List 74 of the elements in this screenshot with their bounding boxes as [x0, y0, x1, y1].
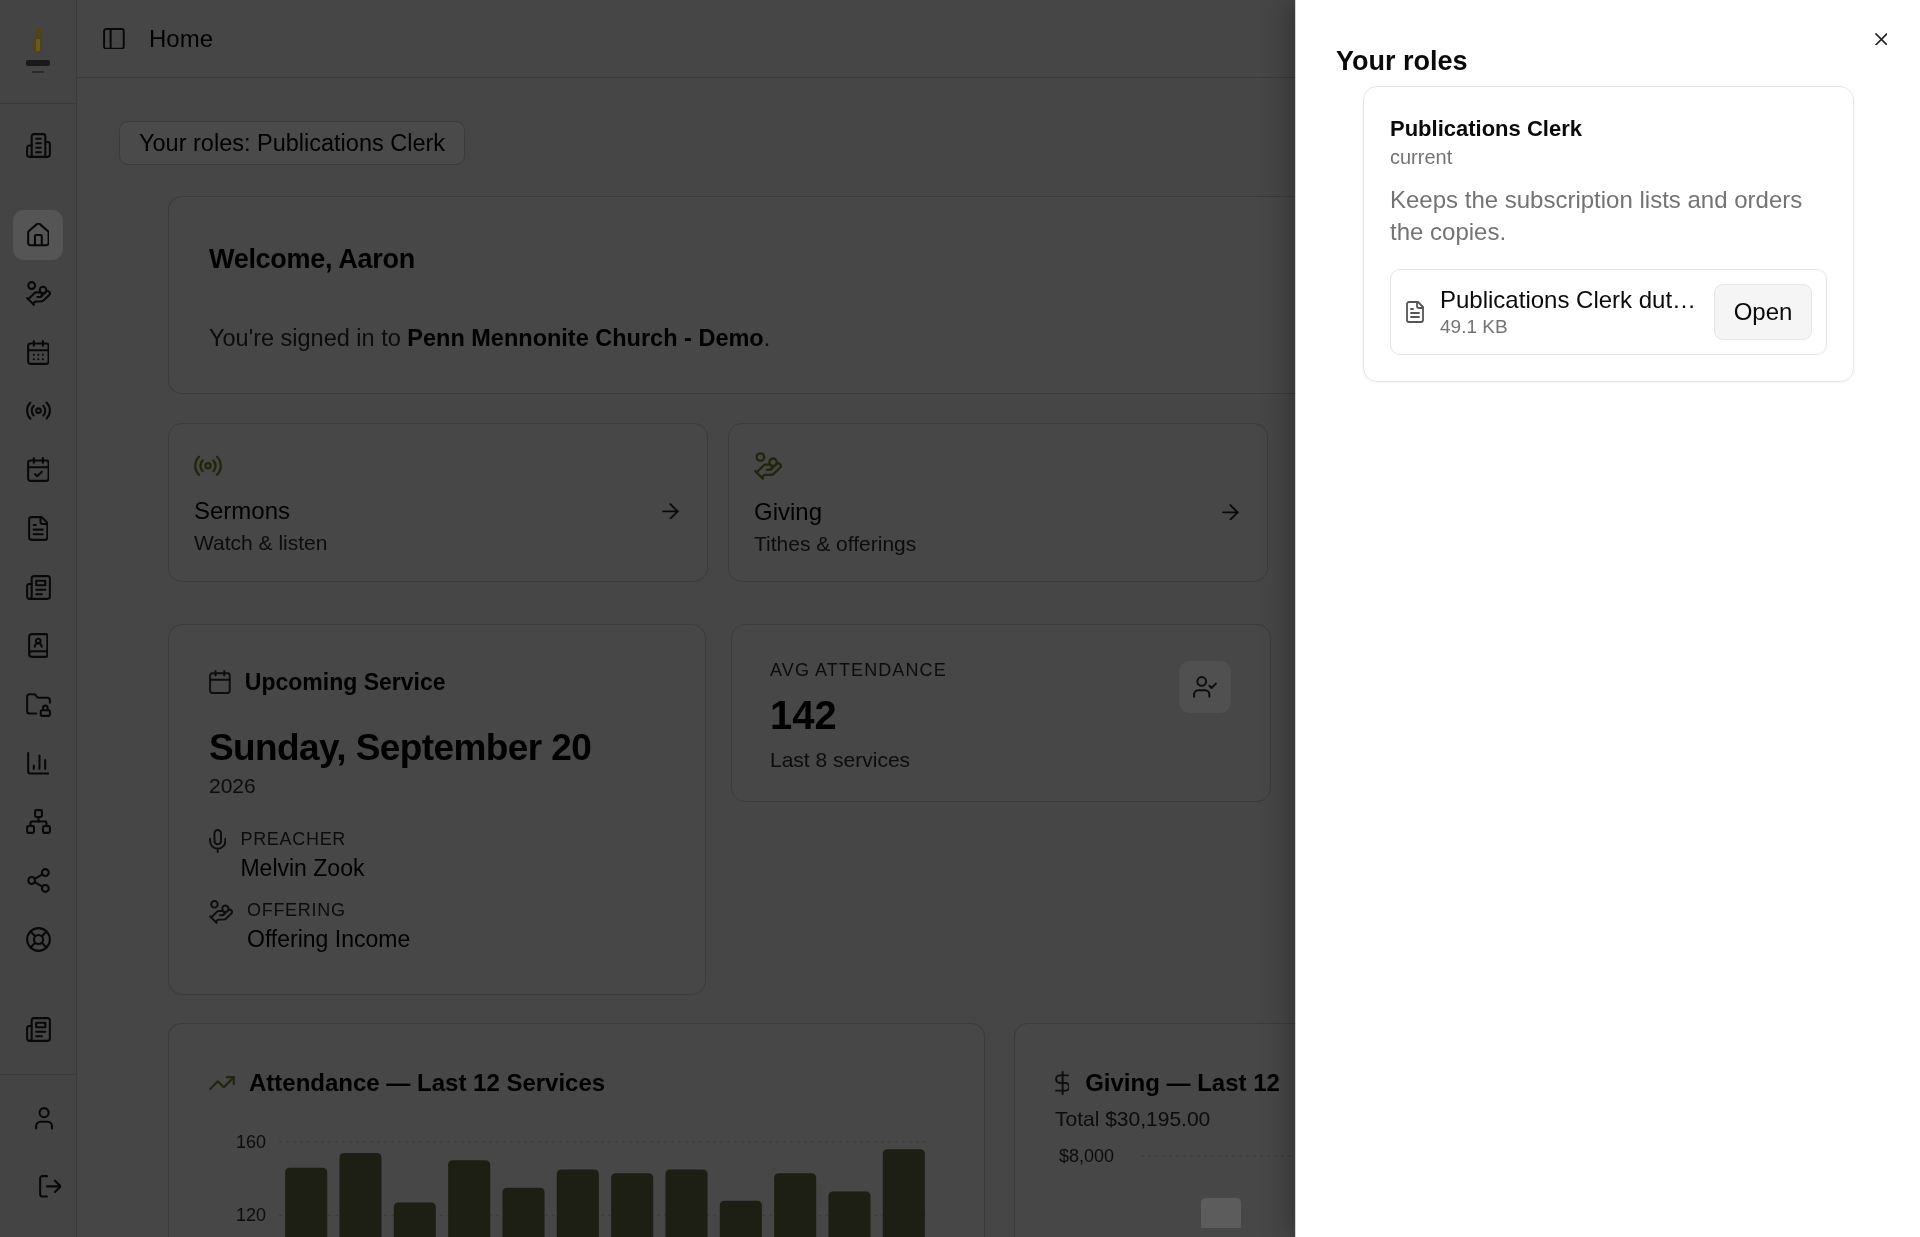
- axis-tick-label: 120: [235, 1205, 266, 1226]
- user-icon: [34, 1107, 54, 1131]
- arrow-right-icon: [1222, 503, 1239, 521]
- close-icon: [1874, 32, 1888, 46]
- attendance-bar: [611, 1173, 654, 1237]
- panel-icon: [103, 27, 125, 50]
- link-subtitle: Watch & listen: [194, 530, 329, 556]
- attendance-bar: [828, 1191, 871, 1237]
- attendance-bar: [393, 1202, 436, 1237]
- link-subtitle: Tithes & offerings: [754, 531, 918, 557]
- role-status: current: [1390, 145, 1454, 170]
- attendance-bar: [502, 1187, 545, 1237]
- newspaper-icon: [25, 574, 51, 600]
- calendar-check-icon: [26, 457, 50, 483]
- bar-chart-icon: [26, 751, 50, 775]
- attendance-bar: [285, 1167, 328, 1237]
- detail-value: Offering Income: [247, 925, 411, 954]
- link-title: Sermons: [194, 496, 291, 526]
- logo-icon: [25, 27, 51, 75]
- chart-title: Attendance — Last 12 Services: [249, 1068, 606, 1098]
- hand-coins-icon: [209, 900, 233, 924]
- broadcast-icon: [25, 401, 51, 421]
- stat-value: 142: [770, 692, 838, 739]
- attendance-bar: [556, 1169, 599, 1237]
- quick-link-card[interactable]: Sermons Watch & listen: [168, 423, 708, 582]
- microphone-icon: [209, 829, 227, 853]
- calendar-icon: [26, 339, 50, 365]
- newspaper-icon: [25, 1017, 51, 1043]
- document-icon: [27, 515, 49, 541]
- detail-label: PREACHER: [240, 828, 348, 851]
- file-icon: [1406, 301, 1424, 323]
- open-button[interactable]: Open: [1714, 284, 1812, 340]
- attendance-bar: [665, 1169, 708, 1237]
- contact-book-icon: [27, 633, 49, 659]
- link-title: Giving: [754, 497, 823, 527]
- file-name: Publications Clerk dut…: [1440, 285, 1698, 315]
- attendance-bar: [774, 1173, 817, 1237]
- building-icon: [25, 132, 51, 158]
- broadcast-icon: [194, 454, 222, 477]
- stat-caption: Last 8 services: [770, 747, 912, 773]
- axis-tick-label: $8,000: [1058, 1146, 1114, 1166]
- dollar-icon: [1055, 1071, 1070, 1095]
- chart-total: Total $30,195.00: [1055, 1106, 1212, 1132]
- quick-link-card[interactable]: Giving Tithes & offerings: [728, 423, 1268, 582]
- hand-coins-icon: [754, 452, 782, 480]
- welcome-heading: Welcome, Aaron: [209, 243, 416, 276]
- hierarchy-icon: [25, 809, 51, 835]
- attendance-bar: [719, 1200, 762, 1237]
- file-size: 49.1 KB: [1440, 315, 1509, 339]
- hand-coins-icon: [25, 281, 51, 307]
- panel-title: Your roles: [1336, 45, 1468, 78]
- role-name: Publications Clerk: [1390, 115, 1583, 143]
- folder-lock-icon: [25, 692, 51, 717]
- logout-icon: [38, 1175, 62, 1199]
- role-description: Keeps the subscription lists and orders the copies.: [1390, 185, 1804, 247]
- detail-value: Melvin Zook: [240, 854, 365, 883]
- page-title: Home: [149, 23, 214, 54]
- trend-up-icon: [209, 1075, 235, 1091]
- calendar-icon: [209, 670, 231, 694]
- lifebuoy-icon: [25, 926, 51, 952]
- sidebar-item[interactable]: [13, 210, 63, 260]
- service-date: Sunday, September 20: [209, 726, 593, 770]
- signed-in-message: You're signed in to Penn Mennonite Church - Demo.: [209, 324, 772, 353]
- service-heading: Upcoming Service: [244, 668, 446, 697]
- chart-title: Giving — Last 12: [1085, 1068, 1280, 1098]
- arrow-right-icon: [662, 502, 679, 520]
- axis-tick-label: 160: [235, 1132, 266, 1152]
- service-year: 2026: [209, 773, 257, 799]
- share-icon: [25, 868, 51, 894]
- user-check-icon: [1179, 661, 1231, 713]
- house-icon: [26, 223, 50, 247]
- stat-label: AVG ATTENDANCE: [770, 659, 947, 682]
- detail-label: OFFERING: [247, 899, 347, 922]
- roles-button[interactable]: Your roles: Publications Clerk: [119, 121, 466, 165]
